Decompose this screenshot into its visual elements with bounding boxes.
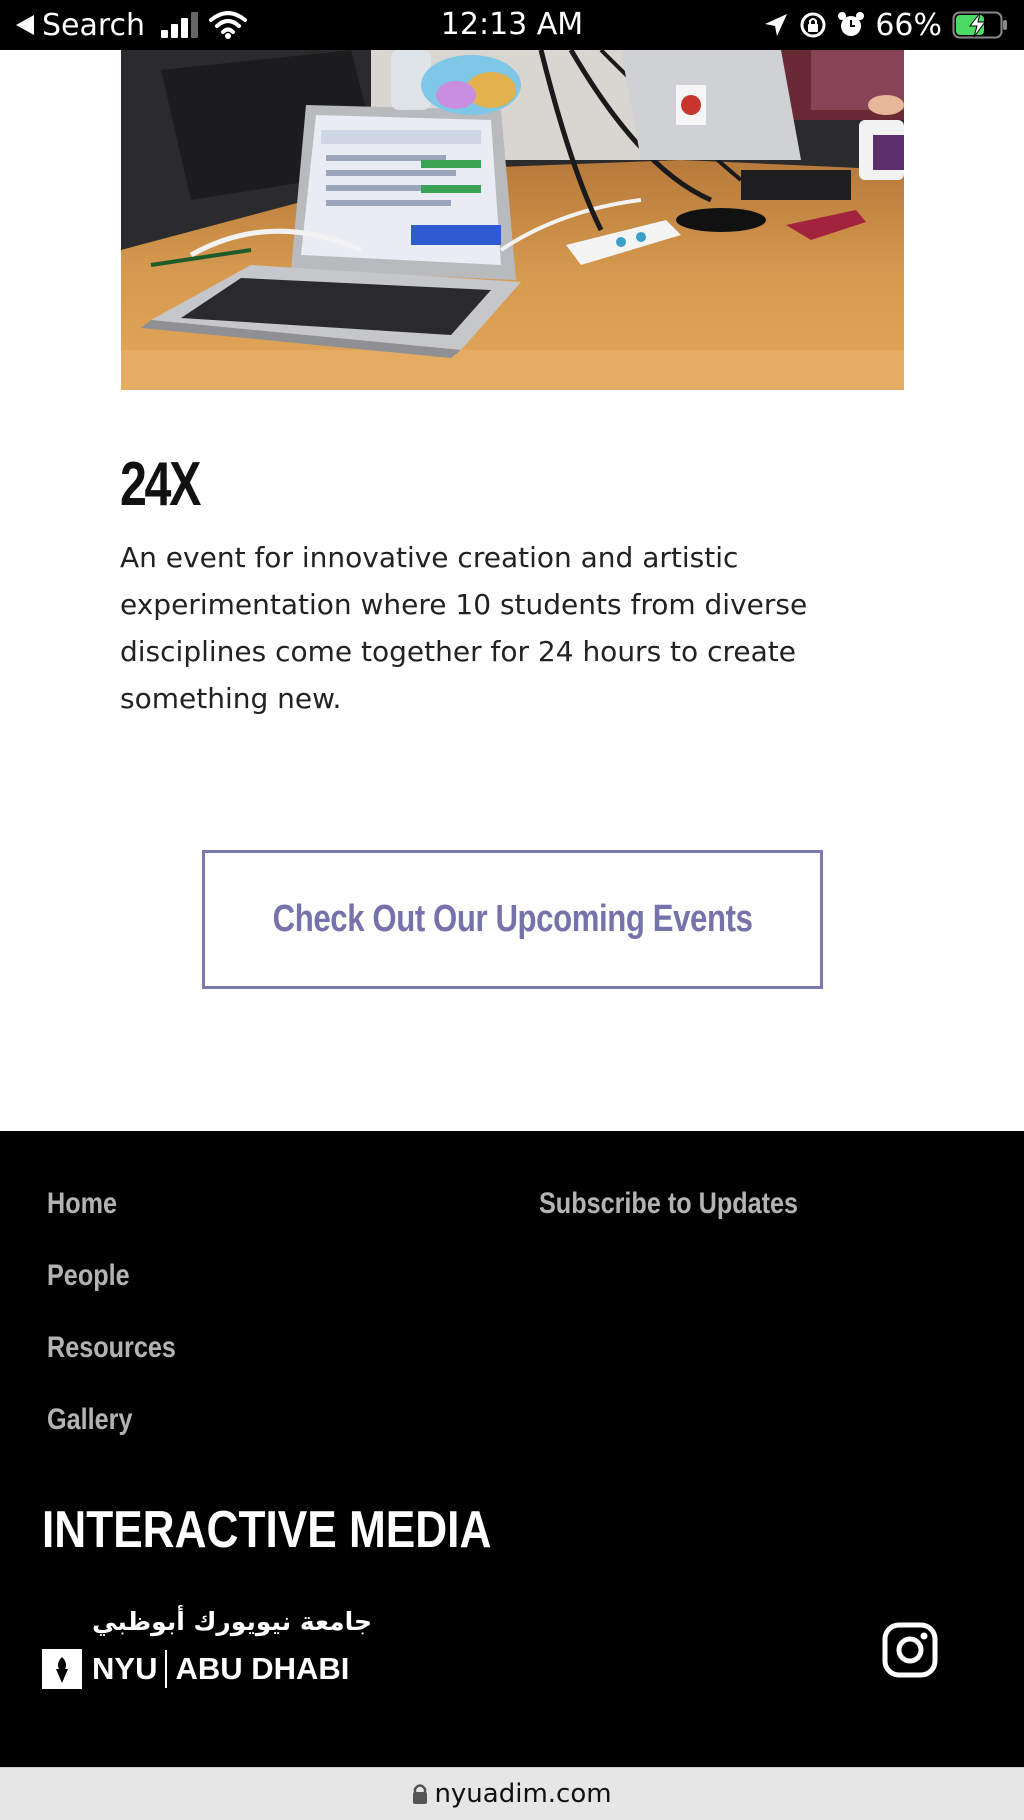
footer-link-subscribe[interactable]: Subscribe to Updates (539, 1184, 798, 1224)
footer-link-gallery[interactable]: Gallery (47, 1400, 132, 1440)
location-icon (763, 12, 789, 38)
abu-dhabi-name: ABU DHABI (175, 1651, 350, 1686)
upcoming-events-label: Check Out Our Upcoming Events (272, 898, 753, 940)
footer-link-home[interactable]: Home (47, 1184, 117, 1224)
alarm-icon (837, 11, 865, 39)
url-text: nyuadim.com (434, 1779, 612, 1809)
event-description: An event for innovative creation and art… (120, 541, 808, 715)
browser-url-bar[interactable]: nyuadim.com (0, 1767, 1024, 1820)
nyu-abu-dhabi-logo[interactable]: جامعة نيويورك أبوظبي NYU ABU DHABI (42, 1607, 372, 1691)
battery-percent: 66% (875, 7, 942, 43)
nyu-torch-icon (42, 1649, 82, 1689)
lock-icon (412, 1783, 428, 1805)
upcoming-events-button[interactable]: Check Out Our Upcoming Events (202, 850, 823, 989)
status-bar: Search 12:13 AM 66% (0, 0, 1024, 50)
instagram-icon[interactable] (880, 1620, 940, 1680)
orientation-lock-icon (799, 11, 827, 39)
nyu-arabic-name: جامعة نيويورك أبوظبي (92, 1607, 372, 1636)
nyu-name: NYU (92, 1651, 158, 1686)
footer-link-people[interactable]: People (47, 1256, 130, 1296)
hero-image (121, 50, 904, 390)
logo-divider (165, 1650, 168, 1688)
event-title: 24X (120, 450, 201, 519)
battery-charging-icon (952, 11, 1008, 39)
footer-link-resources[interactable]: Resources (47, 1328, 176, 1368)
footer-brand-title[interactable]: INTERACTIVE MEDIA (42, 1500, 491, 1560)
